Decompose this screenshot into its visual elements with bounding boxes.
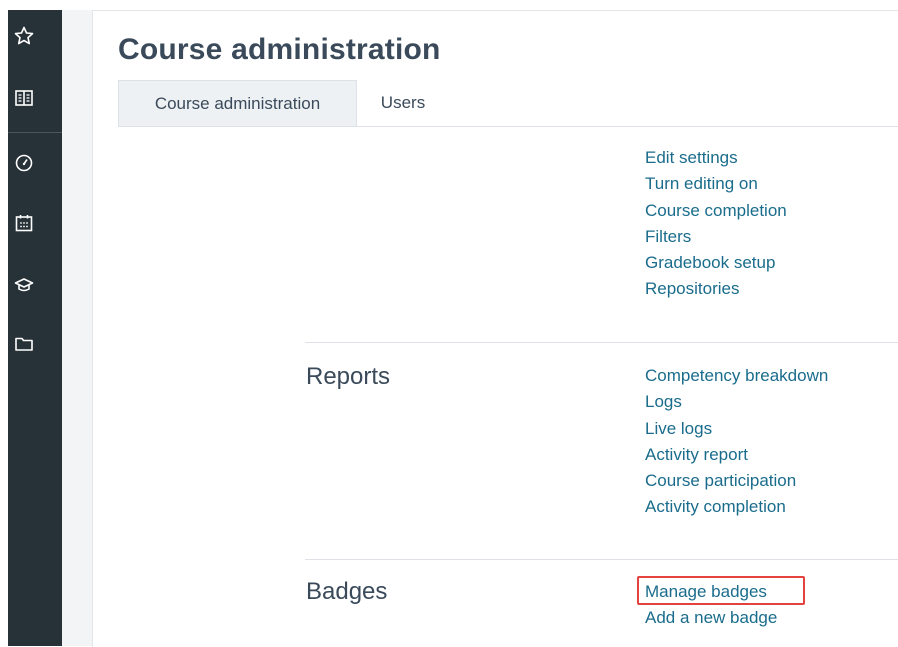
sidebar-divider xyxy=(8,132,62,133)
logs-link[interactable]: Logs xyxy=(645,389,828,415)
tab-bar: Course administration Users xyxy=(118,80,898,127)
page-title: Course administration xyxy=(118,33,441,66)
star-icon[interactable] xyxy=(8,26,62,56)
course-participation-link[interactable]: Course participation xyxy=(645,468,828,494)
page-gutter xyxy=(62,10,92,646)
sidebar-nav xyxy=(8,10,62,646)
activity-report-link[interactable]: Activity report xyxy=(645,442,828,468)
course-completion-link[interactable]: Course completion xyxy=(645,198,787,224)
add-new-badge-link[interactable]: Add a new badge xyxy=(645,605,777,631)
main-content: Course administration Course administrat… xyxy=(92,10,898,647)
badges-links: Manage badges Add a new badge xyxy=(637,576,805,632)
repositories-link[interactable]: Repositories xyxy=(645,276,787,302)
tab-users[interactable]: Users xyxy=(373,80,433,126)
window-edge xyxy=(0,0,8,646)
book-icon[interactable] xyxy=(8,88,62,118)
tab-course-administration[interactable]: Course administration xyxy=(118,80,357,126)
manage-badges-link[interactable]: Manage badges xyxy=(637,576,805,605)
general-links: Edit settings Turn editing on Course com… xyxy=(645,145,787,303)
manage-badges-label: Manage badges xyxy=(645,582,767,601)
filters-link[interactable]: Filters xyxy=(645,224,787,250)
calendar-icon[interactable] xyxy=(8,213,62,243)
reports-links: Competency breakdown Logs Live logs Acti… xyxy=(645,363,828,521)
graduation-cap-icon[interactable] xyxy=(8,275,62,305)
activity-completion-link[interactable]: Activity completion xyxy=(645,494,828,520)
live-logs-link[interactable]: Live logs xyxy=(645,416,828,442)
gradebook-setup-link[interactable]: Gradebook setup xyxy=(645,250,787,276)
folder-icon[interactable] xyxy=(8,334,62,364)
reports-heading: Reports xyxy=(306,363,391,390)
badges-heading: Badges xyxy=(306,578,388,605)
edit-settings-link[interactable]: Edit settings xyxy=(645,145,787,171)
dashboard-icon[interactable] xyxy=(8,153,62,183)
section-divider xyxy=(305,342,898,343)
section-divider xyxy=(305,559,898,560)
competency-breakdown-link[interactable]: Competency breakdown xyxy=(645,363,828,389)
turn-editing-on-link[interactable]: Turn editing on xyxy=(645,171,787,197)
